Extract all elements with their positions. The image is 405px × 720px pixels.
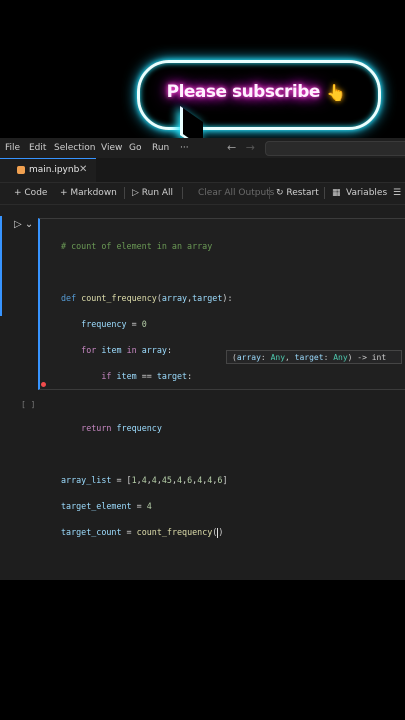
nav-arrows: ← → xyxy=(227,141,255,154)
menu-more[interactable]: ··· xyxy=(180,143,189,153)
menu-view[interactable]: View xyxy=(101,143,122,153)
subscribe-text: Please subscribe xyxy=(166,82,321,102)
menu-edit[interactable]: Edit xyxy=(29,143,46,153)
sig-param-target: target xyxy=(294,353,324,362)
clear-all-outputs-button[interactable]: Clear All Outputs xyxy=(198,188,274,198)
notebook-file-icon xyxy=(17,166,25,174)
sig-type-any: Any xyxy=(333,353,348,362)
code-line: target_element = 4 xyxy=(61,501,152,511)
code-line: for item in array: xyxy=(81,345,172,355)
sig-param-array: array xyxy=(236,353,261,362)
menu-run[interactable]: Run xyxy=(152,143,169,153)
signature-help-tooltip: (array: Any, target: Any) -> int xyxy=(226,350,402,364)
forward-arrow-icon[interactable]: → xyxy=(246,141,255,154)
subscribe-banner: Please subscribe 👆 xyxy=(137,60,375,124)
code-line: array_list = [1,4,4,45,4,6,4,4,6] xyxy=(61,475,228,485)
sig-sep: , xyxy=(285,353,295,362)
run-all-button[interactable]: ▷ Run All xyxy=(132,188,173,198)
menu-bar: File Edit Selection View Go Run ··· ← → xyxy=(0,138,405,158)
code-line: # count of element in an array xyxy=(61,241,213,251)
restart-button[interactable]: ↻ Restart xyxy=(276,188,319,198)
tab-bar: main.ipynb ✕ xyxy=(0,158,405,183)
toolbar-divider xyxy=(182,187,183,199)
code-line: if item == target: xyxy=(101,371,193,381)
toolbar-divider xyxy=(269,187,270,199)
close-icon[interactable]: ✕ xyxy=(79,164,87,175)
cell-focus-indicator xyxy=(0,216,2,316)
sig-type-any: Any xyxy=(270,353,286,362)
variables-button[interactable]: Variables xyxy=(346,188,387,198)
pointing-hand-icon: 👆 xyxy=(325,82,346,102)
menu-selection[interactable]: Selection xyxy=(54,143,95,153)
tab-label: main.ipynb xyxy=(29,165,80,175)
run-cell-button[interactable]: ▷ ⌄ xyxy=(14,219,33,230)
sig-return: ) -> int xyxy=(347,353,387,362)
code-line: return frequency xyxy=(81,423,162,433)
menu-file[interactable]: File xyxy=(5,143,20,153)
code-line: target_count = count_frequency() xyxy=(61,527,224,538)
menu-go[interactable]: Go xyxy=(129,143,141,153)
add-markdown-button[interactable]: + Markdown xyxy=(60,188,117,198)
toolbar-divider xyxy=(124,187,125,199)
tab-main-ipynb[interactable]: main.ipynb ✕ xyxy=(0,158,96,182)
toolbar-divider xyxy=(324,187,325,199)
code-line: def count_frequency(array,target): xyxy=(61,293,233,303)
variables-icon: ▦ xyxy=(332,188,341,198)
command-center-input[interactable] xyxy=(265,141,405,156)
sig-colon: : xyxy=(323,353,334,362)
vscode-editor: File Edit Selection View Go Run ··· ← → … xyxy=(0,138,405,580)
code-line: frequency = 0 xyxy=(81,319,147,329)
sig-colon: : xyxy=(260,353,271,362)
breakpoint-dot[interactable] xyxy=(41,382,46,387)
empty-code-cell[interactable] xyxy=(38,394,405,412)
add-code-button[interactable]: + Code xyxy=(14,188,47,198)
notebook-toolbar: + Code + Markdown ▷ Run All Clear All Ou… xyxy=(0,182,405,205)
more-menu-icon[interactable]: ☰ xyxy=(393,188,401,198)
text-caret xyxy=(217,527,219,538)
back-arrow-icon[interactable]: ← xyxy=(227,141,236,154)
execution-count-label: [ ] xyxy=(21,400,36,409)
